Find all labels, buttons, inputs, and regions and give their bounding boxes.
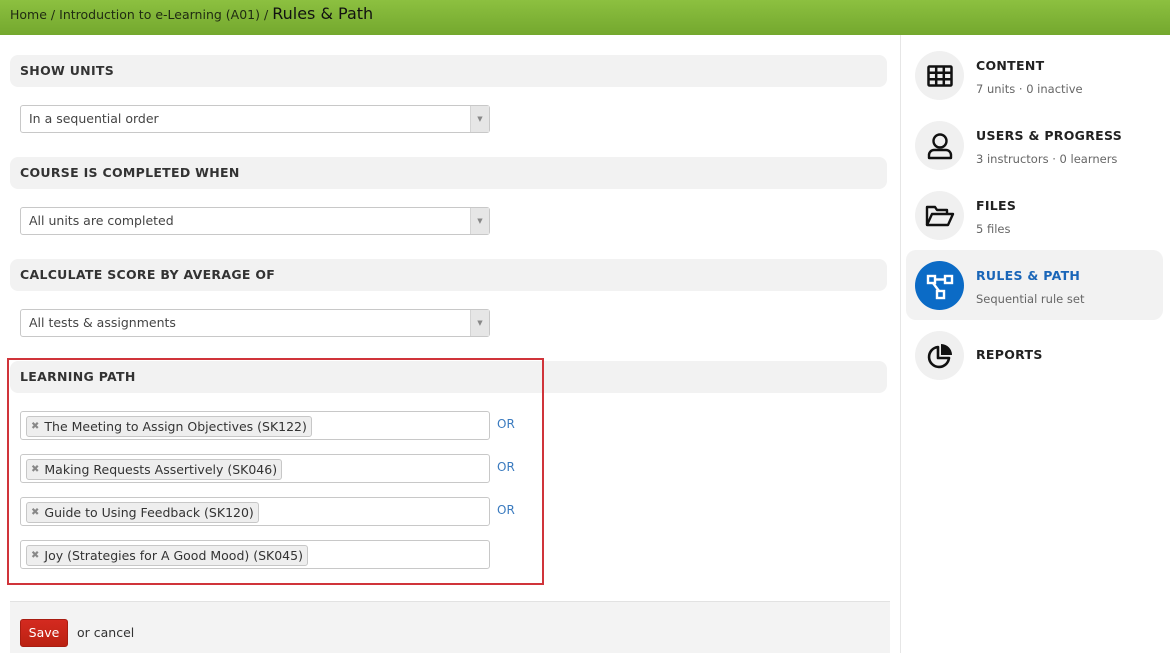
remove-tag-icon[interactable]: ✖ (31, 546, 39, 565)
sidebar-item-subtitle: Sequential rule set (976, 292, 1085, 306)
or-link[interactable]: OR (497, 503, 515, 517)
unit-tag-label: Joy (Strategies for A Good Mood) (SK045) (44, 548, 303, 563)
show-units-select[interactable]: In a sequential order ▼ (20, 105, 490, 133)
sidebar-item-rules-path[interactable]: RULES & PATH Sequential rule set (906, 250, 1163, 320)
learning-path-header: LEARNING PATH (10, 361, 887, 393)
sidebar-item-content[interactable]: CONTENT 7 units · 0 inactive (906, 40, 1163, 110)
dropdown-arrow-icon[interactable]: ▼ (470, 310, 489, 336)
breadcrumb-separator: / (50, 7, 56, 22)
page-title: Rules & Path (272, 4, 374, 23)
cancel-link[interactable]: or cancel (77, 625, 134, 640)
folder-icon (915, 191, 964, 240)
learning-path-field[interactable]: ✖ The Meeting to Assign Objectives (SK12… (20, 411, 490, 440)
sidebar-item-reports[interactable]: REPORTS (906, 320, 1163, 390)
save-button[interactable]: Save (20, 619, 68, 647)
sidebar-item-users-progress[interactable]: USERS & PROGRESS 3 instructors · 0 learn… (906, 110, 1163, 180)
show-units-header: SHOW UNITS (10, 55, 887, 87)
learning-path-field[interactable]: ✖ Joy (Strategies for A Good Mood) (SK04… (20, 540, 490, 569)
score-average-select[interactable]: All tests & assignments ▼ (20, 309, 490, 337)
or-link[interactable]: OR (497, 417, 515, 431)
show-units-value: In a sequential order (29, 111, 159, 126)
breadcrumb-separator: / (263, 7, 269, 22)
sidebar-item-files[interactable]: FILES 5 files (906, 180, 1163, 250)
rules-path-icon (915, 261, 964, 310)
user-icon (915, 121, 964, 170)
course-sidebar: CONTENT 7 units · 0 inactive USERS & PRO… (901, 35, 1170, 653)
sidebar-item-subtitle: 7 units · 0 inactive (976, 82, 1083, 96)
remove-tag-icon[interactable]: ✖ (31, 417, 39, 436)
rules-form: SHOW UNITS In a sequential order ▼ COURS… (0, 35, 900, 653)
remove-tag-icon[interactable]: ✖ (31, 503, 39, 522)
learning-path-field[interactable]: ✖ Guide to Using Feedback (SK120) (20, 497, 490, 526)
dropdown-arrow-icon[interactable]: ▼ (470, 106, 489, 132)
unit-tag-label: The Meeting to Assign Objectives (SK122) (44, 419, 307, 434)
top-bar: Home / Introduction to e-Learning (A01) … (0, 0, 1170, 35)
dropdown-arrow-icon[interactable]: ▼ (470, 208, 489, 234)
breadcrumb: Home / Introduction to e-Learning (A01) … (10, 4, 373, 23)
completed-when-select[interactable]: All units are completed ▼ (20, 207, 490, 235)
or-link[interactable]: OR (497, 460, 515, 474)
completed-when-value: All units are completed (29, 213, 174, 228)
completed-when-header: COURSE IS COMPLETED WHEN (10, 157, 887, 189)
pie-chart-icon (915, 331, 964, 380)
unit-tag: ✖ Guide to Using Feedback (SK120) (26, 502, 259, 523)
unit-tag: ✖ The Meeting to Assign Objectives (SK12… (26, 416, 312, 437)
unit-tag-label: Making Requests Assertively (SK046) (44, 462, 278, 477)
unit-tag-label: Guide to Using Feedback (SK120) (44, 505, 254, 520)
form-footer: Save or cancel (10, 601, 890, 653)
grid-icon (915, 51, 964, 100)
unit-tag: ✖ Joy (Strategies for A Good Mood) (SK04… (26, 545, 308, 566)
sidebar-item-title: USERS & PROGRESS (976, 128, 1123, 143)
sidebar-item-subtitle: 3 instructors · 0 learners (976, 152, 1118, 166)
sidebar-item-title: REPORTS (976, 347, 1043, 362)
breadcrumb-course[interactable]: Introduction to e-Learning (A01) (59, 7, 260, 22)
unit-tag: ✖ Making Requests Assertively (SK046) (26, 459, 283, 480)
sidebar-item-title: CONTENT (976, 58, 1045, 73)
sidebar-item-title: FILES (976, 198, 1017, 213)
score-average-value: All tests & assignments (29, 315, 176, 330)
sidebar-item-subtitle: 5 files (976, 222, 1011, 236)
breadcrumb-home[interactable]: Home (10, 7, 47, 22)
sidebar-item-title: RULES & PATH (976, 268, 1081, 283)
score-average-header: CALCULATE SCORE BY AVERAGE OF (10, 259, 887, 291)
learning-path-field[interactable]: ✖ Making Requests Assertively (SK046) (20, 454, 490, 483)
remove-tag-icon[interactable]: ✖ (31, 460, 39, 479)
